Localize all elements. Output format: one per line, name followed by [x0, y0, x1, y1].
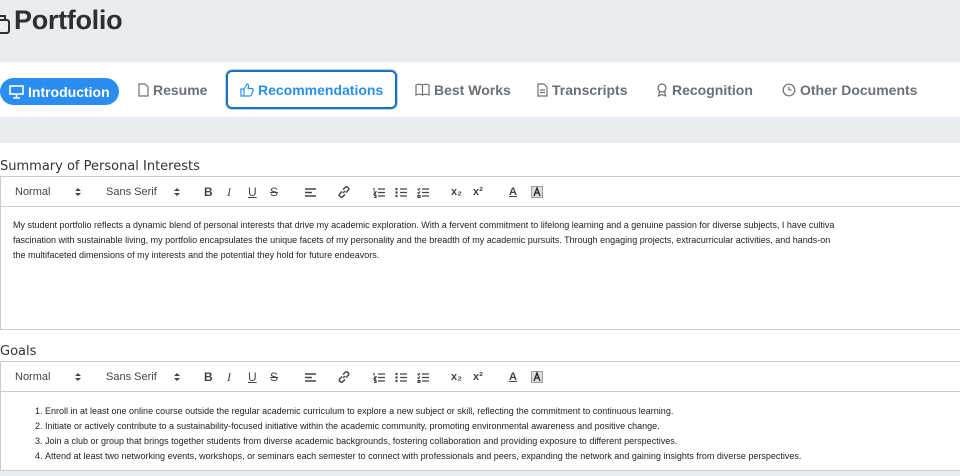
font-select[interactable]: Sans Serif	[106, 177, 157, 207]
ordered-list-icon[interactable]	[373, 177, 386, 207]
italic-button[interactable]: I	[227, 177, 231, 207]
summary-line: fascination with sustainable living, my …	[13, 235, 831, 245]
align-icon[interactable]	[304, 362, 317, 392]
chevron-updown-icon	[174, 362, 180, 392]
subscript-button[interactable]: x₂	[451, 177, 462, 207]
tab-recognition[interactable]: Recognition	[656, 62, 753, 117]
strike-button[interactable]: S	[270, 362, 278, 392]
font-color-button[interactable]: A	[509, 177, 517, 207]
list-item: Initiate or actively contribute to a sus…	[45, 419, 949, 434]
tab-label: Other Documents	[800, 81, 918, 98]
list-item: Attend at least two networking events, w…	[45, 449, 949, 464]
bold-button[interactable]: B	[204, 177, 213, 207]
superscript-button[interactable]: x²	[473, 362, 483, 392]
tab-best-works[interactable]: Best Works	[415, 62, 511, 117]
main-content: Summary of Personal Interests Normal San…	[0, 143, 960, 471]
font-color-button[interactable]: A	[509, 362, 517, 392]
goals-list: Enroll in at least one online course out…	[13, 404, 949, 464]
background-color-icon[interactable]	[531, 177, 543, 207]
strike-button[interactable]: S	[270, 177, 278, 207]
link-icon[interactable]	[337, 177, 351, 207]
presentation-icon	[9, 84, 24, 99]
goals-label: Goals	[0, 344, 37, 359]
tab-bar: Introduction Resume Recommendations Best…	[0, 62, 960, 117]
font-select-value: Sans Serif	[106, 371, 157, 383]
goals-editor[interactable]: Normal Sans Serif B I U S x₂ x² A Enroll…	[0, 361, 960, 471]
summary-label: Summary of Personal Interests	[0, 159, 200, 174]
tab-resume[interactable]: Resume	[138, 62, 207, 117]
link-icon[interactable]	[337, 362, 351, 392]
format-select[interactable]: Normal	[15, 362, 50, 392]
goals-editor-body[interactable]: Enroll in at least one online course out…	[1, 392, 960, 476]
list-item: Enroll in at least one online course out…	[45, 404, 949, 419]
clock-icon	[782, 83, 796, 96]
superscript-button[interactable]: x²	[473, 177, 483, 207]
content-spacer	[0, 117, 960, 143]
font-select[interactable]: Sans Serif	[106, 362, 157, 392]
tab-label: Resume	[153, 81, 208, 98]
summary-editor[interactable]: Normal Sans Serif B I U S x₂ x² A My stu…	[0, 176, 960, 330]
briefcase-icon	[0, 15, 10, 34]
summary-editor-body[interactable]: My student portfolio reflects a dynamic …	[1, 207, 960, 275]
checklist-icon[interactable]	[417, 177, 430, 207]
tab-recommendations[interactable]: Recommendations	[226, 70, 398, 109]
bullet-list-icon[interactable]	[395, 362, 408, 392]
tab-label: Transcripts	[552, 81, 628, 98]
subscript-button[interactable]: x₂	[451, 362, 462, 392]
format-select-value: Normal	[15, 186, 51, 198]
underline-button[interactable]: U	[248, 177, 257, 207]
background-color-icon[interactable]	[531, 362, 543, 392]
summary-toolbar: Normal Sans Serif B I U S x₂ x² A	[1, 177, 960, 207]
thumbs-up-icon	[240, 82, 254, 97]
ordered-list-icon[interactable]	[373, 362, 386, 392]
underline-button[interactable]: U	[248, 362, 257, 392]
tab-label: Recognition	[672, 81, 753, 98]
goals-toolbar: Normal Sans Serif B I U S x₂ x² A	[1, 362, 960, 392]
page-title: Portfolio	[14, 5, 123, 35]
tab-introduction[interactable]: Introduction	[0, 78, 119, 105]
tab-other-documents[interactable]: Other Documents	[782, 62, 917, 117]
chevron-updown-icon	[174, 177, 180, 207]
format-select[interactable]: Normal	[15, 177, 50, 207]
document-lines-icon	[537, 82, 548, 97]
summary-line: the multifaceted dimensions of my intere…	[13, 250, 380, 260]
font-select-value: Sans Serif	[106, 186, 157, 198]
tab-label: Recommendations	[258, 81, 384, 98]
chevron-updown-icon	[75, 177, 81, 207]
bullet-list-icon[interactable]	[395, 177, 408, 207]
checklist-icon[interactable]	[417, 362, 430, 392]
align-icon[interactable]	[304, 177, 317, 207]
open-book-icon	[415, 83, 430, 96]
page-header: Portfolio	[0, 0, 960, 56]
format-select-value: Normal	[15, 371, 51, 383]
tab-transcripts[interactable]: Transcripts	[537, 62, 627, 117]
tab-label: Best Works	[434, 81, 511, 98]
summary-line: My student portfolio reflects a dynamic …	[13, 220, 835, 230]
chevron-updown-icon	[75, 362, 81, 392]
bold-button[interactable]: B	[204, 362, 213, 392]
tab-label: Introduction	[28, 83, 110, 100]
italic-button[interactable]: I	[227, 362, 231, 392]
document-icon	[138, 82, 149, 97]
list-item: Join a club or group that brings togethe…	[45, 434, 949, 449]
award-icon	[657, 82, 667, 97]
